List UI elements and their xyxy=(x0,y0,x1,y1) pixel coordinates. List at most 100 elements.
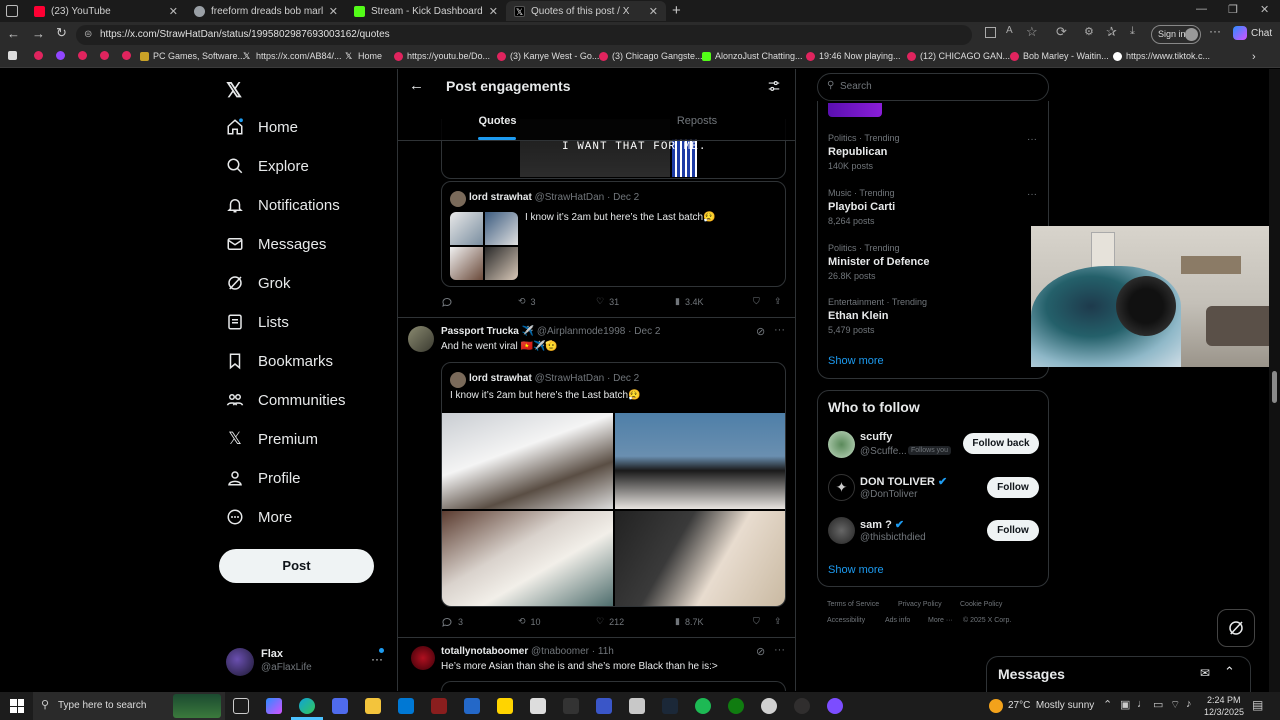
avatar[interactable] xyxy=(828,431,855,458)
nav-bookmarks[interactable]: Bookmarks xyxy=(226,352,333,370)
close-icon[interactable]: ✕ xyxy=(169,5,178,18)
author-handle[interactable]: @Airplanmode1998 xyxy=(537,326,626,337)
back-arrow-icon[interactable]: ← xyxy=(409,77,424,94)
bookmark-now-playing[interactable]: 19:46 Now playing... xyxy=(806,51,901,61)
scrollbar-thumb[interactable] xyxy=(1272,371,1277,403)
app-icon-5[interactable] xyxy=(761,698,777,714)
repost-button[interactable]: ⟲ 10 xyxy=(518,616,541,627)
post-date[interactable]: Dec 2 xyxy=(634,326,660,337)
tab-google-search[interactable]: freeform dreads bob marley - Go ✕ xyxy=(186,1,346,21)
notifications-icon[interactable]: ▤ xyxy=(1252,698,1263,712)
nav-profile[interactable]: Profile xyxy=(226,469,301,487)
bookmarks-overflow-icon[interactable]: › xyxy=(1252,51,1256,63)
nav-messages[interactable]: Messages xyxy=(226,235,326,253)
tray-chevron-icon[interactable]: ⌃ xyxy=(1103,698,1112,711)
bookmark-tiktok[interactable]: https://www.tiktok.c... xyxy=(1113,51,1210,61)
account-name[interactable]: scuffy xyxy=(860,431,892,443)
bookmark-button[interactable]: ⛉ xyxy=(753,296,760,307)
favorites-icon[interactable]: ✰ xyxy=(1106,24,1117,40)
expand-chevron-icon[interactable]: ⌃ xyxy=(1224,664,1235,680)
task-view-icon[interactable] xyxy=(233,698,249,714)
footer-link-privacy[interactable]: Privacy Policy xyxy=(898,601,942,608)
bookmark-x-home[interactable]: 𝕏 Home xyxy=(345,51,382,61)
share-button[interactable]: ⇪ xyxy=(774,296,782,307)
photo-3[interactable] xyxy=(442,511,613,606)
close-icon[interactable]: ✕ xyxy=(649,5,658,18)
wifi-icon[interactable]: ⌔ xyxy=(1170,698,1180,712)
reply-button[interactable] xyxy=(441,296,458,308)
game-app-icon[interactable] xyxy=(431,698,447,714)
quoted-post-partial[interactable] xyxy=(441,681,786,691)
site-info-icon[interactable]: ⊜ xyxy=(84,25,92,45)
close-icon[interactable]: ✕ xyxy=(489,5,498,18)
close-window-icon[interactable]: ✕ xyxy=(1260,3,1269,16)
tab-actions-icon[interactable] xyxy=(6,5,18,17)
url-field[interactable]: ⊜ https://x.com/StrawHatDan/status/19958… xyxy=(76,25,972,45)
grok-post-icon[interactable]: ⊘ xyxy=(756,325,765,338)
settings-sliders-icon[interactable] xyxy=(767,79,781,93)
page-scrollbar[interactable] xyxy=(1269,69,1280,692)
follow-button[interactable]: Follow xyxy=(987,477,1039,498)
avatar[interactable] xyxy=(408,326,434,352)
app-available-icon[interactable] xyxy=(985,27,996,38)
xbox-icon[interactable] xyxy=(728,698,744,714)
bookmark-button[interactable]: ⛉ xyxy=(753,616,760,627)
store-icon[interactable] xyxy=(332,698,348,714)
windows-start-icon[interactable] xyxy=(10,699,24,713)
account-name[interactable]: DON TOLIVER ✔ xyxy=(860,475,947,488)
share-button[interactable]: ⇪ xyxy=(774,616,782,627)
account-more-icon[interactable]: ··· xyxy=(371,652,383,666)
account-handle[interactable]: @DonToliver xyxy=(860,489,917,500)
bookmark-icon-1[interactable] xyxy=(8,51,17,60)
author-name[interactable]: Passport Trucka ✈️ xyxy=(441,326,534,337)
avatar[interactable] xyxy=(411,646,435,670)
footer-link-ads-info[interactable]: Ads info xyxy=(885,617,910,624)
reply-button[interactable]: 3 xyxy=(441,616,463,628)
trend-name[interactable]: Minister of Defence xyxy=(828,256,929,268)
bookmark-chicago-1[interactable]: (3) Chicago Gangste... xyxy=(599,51,703,61)
back-icon[interactable]: ← xyxy=(7,26,20,41)
bookmark-icon-5[interactable] xyxy=(100,51,109,60)
media-grid-thumbnail[interactable] xyxy=(450,212,518,280)
post-more-icon[interactable]: ··· xyxy=(774,324,785,336)
tab-quotes[interactable]: Quotes xyxy=(398,105,597,140)
nav-communities[interactable]: Communities xyxy=(226,391,346,409)
trend-name[interactable]: Ethan Klein xyxy=(828,310,889,322)
who-to-follow-show-more-link[interactable]: Show more xyxy=(828,564,884,576)
trend-more-icon[interactable]: ··· xyxy=(1027,189,1037,200)
network-icon[interactable]: ▭ xyxy=(1153,698,1163,711)
extensions-icon[interactable]: ⚙ xyxy=(1084,25,1094,38)
app-icon-4[interactable] xyxy=(629,698,645,714)
account-name[interactable]: sam ? ✔ xyxy=(860,518,904,531)
footer-link-more[interactable]: More ··· xyxy=(928,617,953,624)
restore-icon[interactable]: ❐ xyxy=(1228,3,1238,16)
bookmark-icon-3[interactable] xyxy=(56,51,65,60)
quoted-post[interactable]: lord strawhat @StrawHatDan · Dec 2 I kno… xyxy=(441,362,786,607)
bookmark-kanye[interactable]: (3) Kanye West - Go... xyxy=(497,51,599,61)
like-button[interactable]: ♡ 31 xyxy=(596,296,619,307)
views-button[interactable]: ▮ 8.7K xyxy=(675,616,703,627)
forward-icon[interactable]: → xyxy=(32,26,45,41)
follow-button[interactable]: Follow xyxy=(987,520,1039,541)
bookmark-youtube-1[interactable]: https://youtu.be/Do... xyxy=(394,51,490,61)
favorite-star-icon[interactable]: ☆ xyxy=(1026,24,1038,40)
views-button[interactable]: ▮ 3.4K xyxy=(675,296,703,307)
settings-menu-icon[interactable]: ··· xyxy=(1209,24,1221,38)
quoted-post[interactable]: lord strawhat @StrawHatDan · Dec 2 I kno… xyxy=(441,181,786,287)
microphone-icon[interactable]: ♩ xyxy=(1137,698,1148,710)
trends-show-more-link[interactable]: Show more xyxy=(828,355,884,367)
author-name[interactable]: totallynotaboomer xyxy=(441,646,528,657)
account-handle[interactable]: @Scuffe... xyxy=(860,446,907,457)
obs-icon[interactable] xyxy=(794,698,810,714)
clock-date[interactable]: 12/3/2025 xyxy=(1204,707,1244,717)
extension-refresh-icon[interactable]: ⟳ xyxy=(1056,24,1067,40)
nav-explore[interactable]: Explore xyxy=(226,157,309,175)
bookmark-icon-6[interactable] xyxy=(122,51,131,60)
file-explorer-icon[interactable] xyxy=(365,698,381,714)
search-input[interactable]: ⚲ Search xyxy=(817,73,1049,101)
like-button[interactable]: ♡ 212 xyxy=(596,616,624,627)
weather-icon[interactable] xyxy=(989,699,1003,713)
tab-x-quotes[interactable]: 𝕏 Quotes of this post / X ✕ xyxy=(506,1,666,21)
weather-text[interactable]: 27°C Mostly sunny xyxy=(1008,700,1094,711)
repost-button[interactable]: ⟲ 3 xyxy=(518,296,536,307)
